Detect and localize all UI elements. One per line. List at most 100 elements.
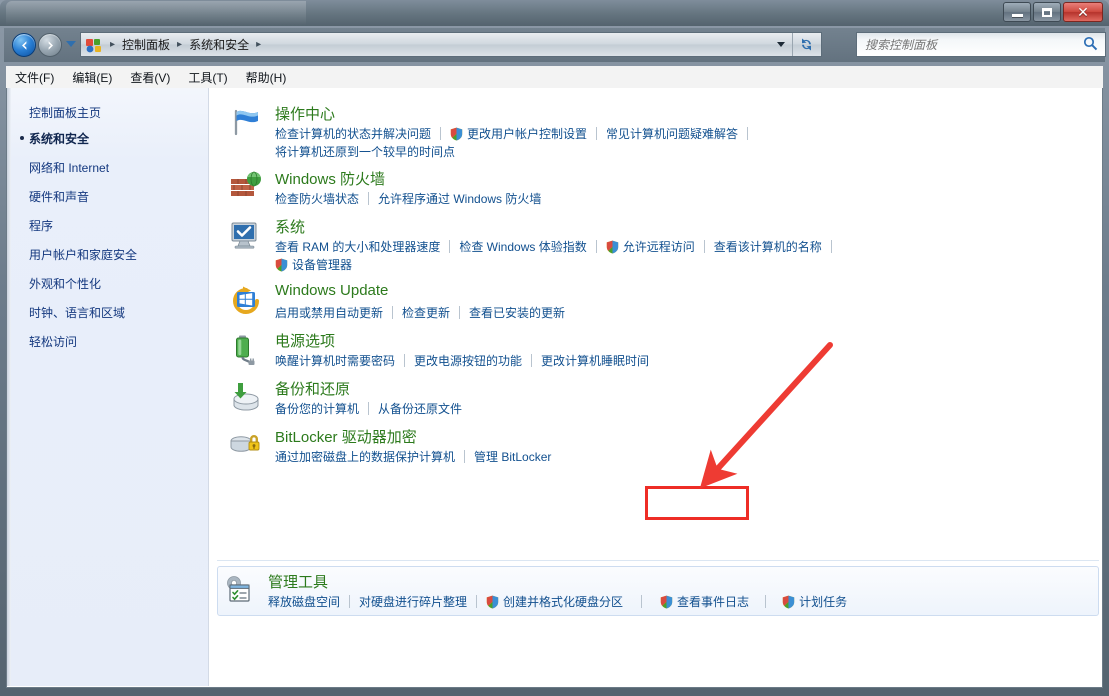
category-links: 唤醒计算机时需要密码 更改电源按钮的功能 更改计算机睡眠时间 [275, 352, 649, 369]
system-icon [229, 218, 263, 252]
link-device-manager[interactable]: 设备管理器 [275, 256, 352, 273]
link-require-password-on-wakeup[interactable]: 唤醒计算机时需要密码 [275, 352, 395, 369]
search-box[interactable] [856, 32, 1106, 57]
content-area: 操作中心 检查计算机的状态并解决问题 [209, 88, 1103, 686]
link-divider [531, 354, 532, 367]
shield-icon [486, 595, 499, 609]
link-free-up-disk-space[interactable]: 释放磁盘空间 [268, 593, 340, 610]
menu-tools[interactable]: 工具(T) [179, 67, 236, 88]
address-dropdown-button[interactable] [771, 33, 791, 56]
link-check-experience-index[interactable]: 检查 Windows 体验指数 [459, 238, 586, 255]
breadcrumb-separator: ▸ [106, 39, 119, 50]
lock-key-icon [229, 428, 263, 462]
breadcrumb-control-panel[interactable]: 控制面板 [119, 35, 173, 54]
sidebar-scrollbar[interactable] [7, 88, 11, 686]
link-view-event-logs[interactable]: 查看事件日志 [660, 593, 749, 610]
link-divider [765, 595, 766, 608]
category-links-row2: 将计算机还原到一个较早的时间点 [275, 143, 455, 160]
sidebar-item-programs[interactable]: 程序 [29, 217, 53, 234]
sidebar-current-bullet [20, 136, 24, 140]
menu-file[interactable]: 文件(F) [6, 67, 63, 88]
search-icon[interactable] [1083, 36, 1098, 54]
link-schedule-tasks[interactable]: 计划任务 [782, 593, 847, 610]
menu-view[interactable]: 查看(V) [121, 67, 179, 88]
link-check-for-updates[interactable]: 检查更新 [402, 304, 450, 321]
category-title[interactable]: 电源选项 [275, 330, 335, 351]
sidebar-item-system-and-security[interactable]: 系统和安全 [29, 130, 89, 147]
sidebar-item-network-and-internet[interactable]: 网络和 Internet [29, 159, 109, 176]
menu-help[interactable]: 帮助(H) [237, 67, 296, 88]
link-change-sleep-time[interactable]: 更改计算机睡眠时间 [541, 352, 649, 369]
category-links: 启用或禁用自动更新 检查更新 查看已安装的更新 [275, 304, 565, 321]
link-check-status[interactable]: 检查计算机的状态并解决问题 [275, 125, 431, 142]
link-system-restore[interactable]: 将计算机还原到一个较早的时间点 [275, 143, 455, 160]
link-change-uac-settings[interactable]: 更改用户帐户控制设置 [450, 125, 587, 142]
breadcrumb-system-and-security[interactable]: 系统和安全 [186, 35, 252, 54]
category-links: 检查计算机的状态并解决问题 [275, 125, 757, 142]
category-links: 释放磁盘空间 对硬盘进行碎片整理 [268, 593, 847, 610]
flag-icon [229, 105, 263, 139]
section-divider [217, 560, 1099, 561]
link-backup-your-computer[interactable]: 备份您的计算机 [275, 400, 359, 417]
link-check-firewall-status[interactable]: 检查防火墙状态 [275, 190, 359, 207]
link-restore-files-from-backup[interactable]: 从备份还原文件 [378, 400, 462, 417]
refresh-icon [799, 37, 814, 52]
title-bar: ✕ [0, 0, 1109, 26]
category-title[interactable]: 备份和还原 [275, 378, 350, 399]
category-links: 通过加密磁盘上的数据保护计算机 管理 BitLocker [275, 448, 551, 465]
link-divider [404, 354, 405, 367]
category-administrative-tools[interactable]: 管理工具 释放磁盘空间 对硬盘进行碎片整理 [217, 566, 1099, 616]
minimize-button[interactable] [1003, 2, 1031, 22]
link-defragment-hard-drive[interactable]: 对硬盘进行碎片整理 [359, 593, 467, 610]
category-title[interactable]: Windows Update [275, 282, 388, 299]
recent-locations-button[interactable] [66, 41, 76, 47]
shield-icon [275, 258, 288, 272]
link-divider [449, 240, 450, 253]
link-troubleshoot[interactable]: 常见计算机问题疑难解答 [606, 125, 738, 142]
search-input[interactable] [857, 33, 1077, 56]
link-view-ram-and-processor[interactable]: 查看 RAM 的大小和处理器速度 [275, 238, 440, 255]
link-allow-program-through-firewall[interactable]: 允许程序通过 Windows 防火墙 [378, 190, 541, 207]
sidebar-item-home[interactable]: 控制面板主页 [29, 104, 101, 121]
link-change-power-button-behavior[interactable]: 更改电源按钮的功能 [414, 352, 522, 369]
category-title[interactable]: 操作中心 [275, 103, 335, 124]
category-title[interactable]: 系统 [275, 216, 305, 237]
menu-edit[interactable]: 编辑(E) [63, 67, 121, 88]
link-divider [368, 402, 369, 415]
sidebar: 控制面板主页 系统和安全 网络和 Internet 硬件和声音 程序 用户帐户和… [7, 88, 209, 686]
back-button[interactable] [12, 33, 36, 57]
link-view-computer-name[interactable]: 查看该计算机的名称 [714, 238, 822, 255]
sidebar-item-hardware-and-sound[interactable]: 硬件和声音 [29, 188, 89, 205]
address-bar[interactable]: ▸ 控制面板 ▸ 系统和安全 ▸ [80, 32, 822, 57]
battery-icon [229, 332, 263, 366]
sidebar-item-ease-of-access[interactable]: 轻松访问 [29, 333, 77, 350]
menu-bar: 文件(F) 编辑(E) 查看(V) 工具(T) 帮助(H) [6, 66, 1103, 89]
update-icon [229, 284, 263, 318]
forward-button[interactable] [38, 33, 62, 57]
close-button[interactable]: ✕ [1063, 2, 1103, 22]
shield-icon [606, 240, 619, 254]
sidebar-item-appearance[interactable]: 外观和个性化 [29, 275, 101, 292]
link-divider [596, 127, 597, 140]
close-icon: ✕ [1077, 5, 1089, 19]
category-links-row2: 设备管理器 [275, 256, 352, 273]
category-title[interactable]: BitLocker 驱动器加密 [275, 426, 417, 447]
link-create-and-format-partitions[interactable]: 创建并格式化硬盘分区 [486, 593, 623, 610]
backup-icon [229, 380, 263, 414]
sidebar-item-user-accounts[interactable]: 用户帐户和家庭安全 [29, 246, 137, 263]
window-body: 控制面板主页 系统和安全 网络和 Internet 硬件和声音 程序 用户帐户和… [6, 88, 1103, 688]
link-view-installed-updates[interactable]: 查看已安装的更新 [469, 304, 565, 321]
link-divider [704, 240, 705, 253]
sidebar-item-clock-language-region[interactable]: 时钟、语言和区域 [29, 304, 125, 321]
category-links: 查看 RAM 的大小和处理器速度 检查 Windows 体验指数 [275, 238, 841, 255]
link-divider [392, 306, 393, 319]
category-title[interactable]: 管理工具 [268, 571, 328, 592]
maximize-button[interactable] [1033, 2, 1061, 22]
category-title[interactable]: Windows 防火墙 [275, 168, 385, 189]
link-turn-automatic-updating-on-off[interactable]: 启用或禁用自动更新 [275, 304, 383, 321]
category-links: 检查防火墙状态 允许程序通过 Windows 防火墙 [275, 190, 541, 207]
link-manage-bitlocker[interactable]: 管理 BitLocker [474, 448, 551, 465]
link-protect-computer-by-encrypting-disk[interactable]: 通过加密磁盘上的数据保护计算机 [275, 448, 455, 465]
refresh-button[interactable] [792, 33, 819, 56]
link-allow-remote-access[interactable]: 允许远程访问 [606, 238, 695, 255]
